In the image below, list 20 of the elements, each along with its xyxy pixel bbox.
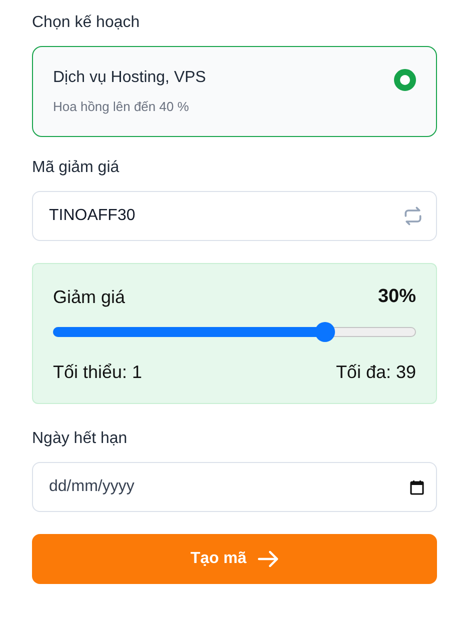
field-label: Ngày hết hạn — [32, 430, 128, 448]
discount-reading: 30% — [378, 286, 416, 308]
plan-card[interactable]: Dịch vụ Hosting, VPS Hoa hồng lên đến 40 % — [32, 46, 437, 137]
discount-slider[interactable] — [53, 322, 416, 342]
plan-note: Hoa hồng lên đến 40 % — [53, 99, 190, 114]
refresh-icon[interactable] — [402, 205, 424, 227]
arrow-right-icon — [256, 550, 278, 568]
date-field[interactable]: dd/mm/yyyy — [32, 462, 437, 512]
date-input[interactable]: dd/mm/yyyy — [47, 477, 410, 497]
coupon-field[interactable]: TINOAFF30 — [32, 191, 437, 241]
slider-thumb[interactable] — [315, 322, 336, 342]
field-label: Mã giảm giá — [32, 159, 120, 177]
radio-button[interactable] — [394, 69, 416, 91]
min-label: Tối thiểu: 1 — [53, 362, 142, 383]
coupon-input[interactable]: TINOAFF30 — [47, 206, 402, 226]
calendar-icon[interactable] — [410, 480, 424, 494]
section-label: Chọn kế hoạch — [32, 14, 140, 32]
discount-label: Giảm giá — [53, 286, 126, 308]
max-label: Tối đa: 39 — [336, 362, 416, 383]
plan-name: Dịch vụ Hosting, VPS — [53, 69, 206, 87]
